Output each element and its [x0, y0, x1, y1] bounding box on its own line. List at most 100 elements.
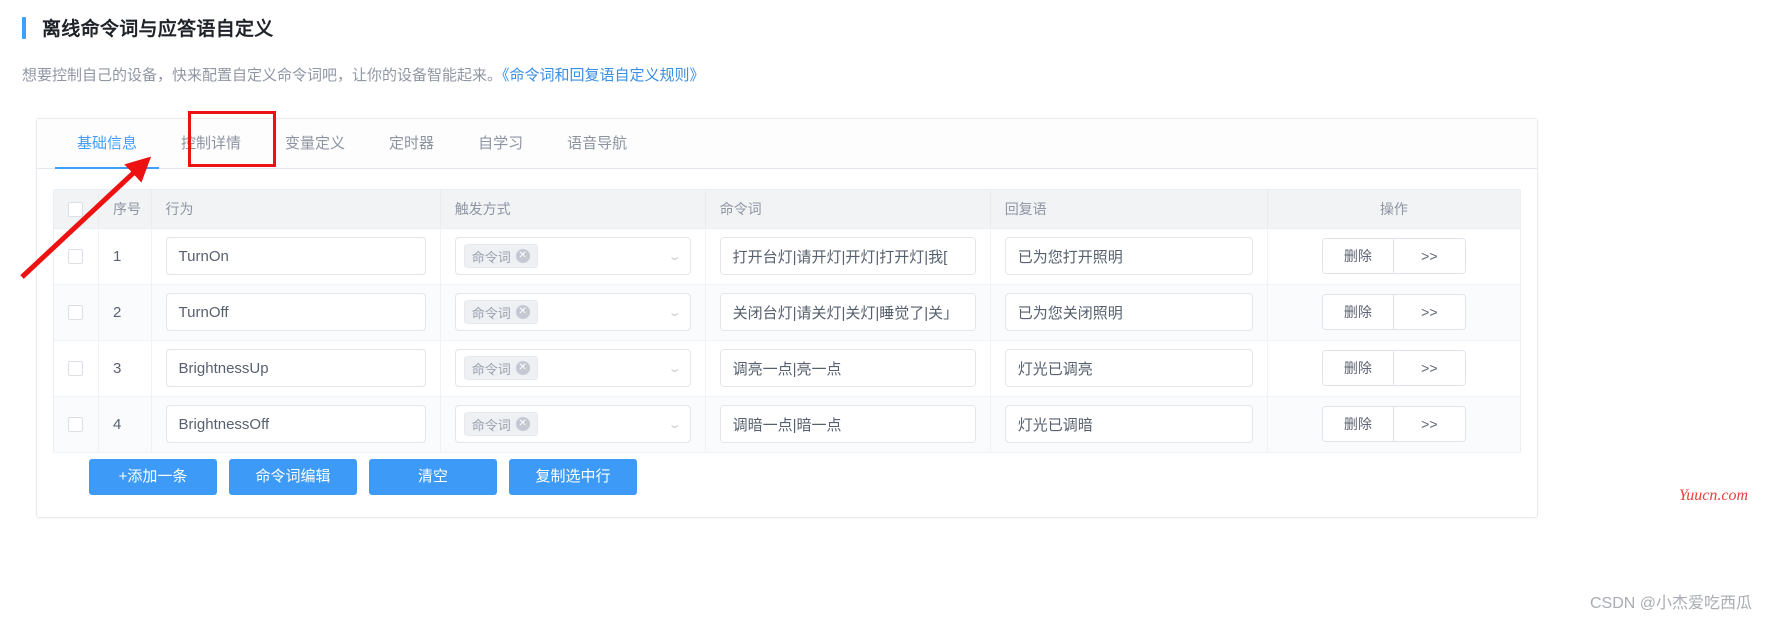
action-input[interactable]: BrightnessOff: [165, 405, 426, 443]
row-action-cell: TurnOn: [151, 228, 441, 285]
row-command-cell: 调亮一点|亮一点: [705, 340, 991, 397]
expand-button[interactable]: >>: [1393, 406, 1466, 442]
trigger-select[interactable]: 命令词 ✕ ⌄: [454, 237, 691, 275]
tag-remove-icon[interactable]: ✕: [515, 249, 530, 263]
rules-link[interactable]: 《命令词和回复语自定义规则》: [502, 67, 705, 84]
row-trigger-cell: 命令词 ✕ ⌄: [440, 396, 706, 453]
page-description-text: 想要控制自己的设备，快来配置自定义命令词吧，让你的设备智能起来。: [22, 67, 503, 84]
trigger-tag-label: 命令词: [471, 361, 511, 377]
row-operations-cell: 删除 >>: [1267, 340, 1520, 397]
tab-voice-navigation[interactable]: 语音导航: [545, 119, 649, 168]
row-command-cell: 打开台灯|请开灯|开灯|打开灯|我[: [705, 228, 991, 285]
select-all-checkbox[interactable]: [68, 202, 83, 218]
row-reply-cell: 灯光已调亮: [990, 340, 1268, 397]
row-index: 4: [98, 396, 152, 453]
trigger-tag-label: 命令词: [471, 417, 511, 433]
row-operations-cell: 删除 >>: [1267, 284, 1520, 341]
reply-input[interactable]: 已为您打开照明: [1004, 237, 1253, 275]
page-title: 离线命令词与应答语自定义: [42, 19, 274, 40]
trigger-tag-label: 命令词: [471, 305, 511, 321]
delete-button[interactable]: 删除: [1321, 350, 1394, 386]
trigger-tag: 命令词 ✕: [463, 412, 538, 436]
row-reply-cell: 灯光已调暗: [990, 396, 1268, 453]
table-row: 2 TurnOff 命令词 ✕ ⌄ 关闭台灯|请关灯|关灯|睡觉了|关」 已为您…: [54, 284, 1520, 341]
content-card: 基础信息 控制详情 变量定义 定时器 自学习 语音导航 序号 行为 触发方式 命…: [36, 111, 1538, 518]
tab-control-detail[interactable]: 控制详情: [159, 119, 263, 168]
action-input[interactable]: BrightnessUp: [165, 349, 426, 387]
header-trigger: 触发方式: [440, 190, 706, 229]
expand-button[interactable]: >>: [1393, 350, 1466, 386]
page-description: 想要控制自己的设备，快来配置自定义命令词吧，让你的设备智能起来。《命令词和回复语…: [22, 64, 705, 85]
trigger-tag-label: 命令词: [471, 249, 511, 265]
page-root: 离线命令词与应答语自定义 想要控制自己的设备，快来配置自定义命令词吧，让你的设备…: [0, 0, 1766, 621]
command-input[interactable]: 打开台灯|请开灯|开灯|打开灯|我[: [719, 237, 976, 275]
delete-button[interactable]: 删除: [1321, 294, 1394, 330]
expand-button[interactable]: >>: [1393, 238, 1466, 274]
reply-input[interactable]: 灯光已调暗: [1004, 405, 1253, 443]
header-action: 行为: [151, 190, 441, 229]
row-checkbox[interactable]: [68, 249, 84, 265]
trigger-tag: 命令词 ✕: [463, 300, 538, 324]
page-header: 离线命令词与应答语自定义: [22, 14, 274, 41]
tag-remove-icon[interactable]: ✕: [515, 417, 530, 431]
tag-remove-icon[interactable]: ✕: [515, 305, 530, 319]
command-input[interactable]: 调亮一点|亮一点: [719, 349, 976, 387]
tab-self-learning[interactable]: 自学习: [456, 119, 545, 168]
expand-button[interactable]: >>: [1393, 294, 1466, 330]
tab-basic-info[interactable]: 基础信息: [55, 119, 160, 169]
delete-button[interactable]: 删除: [1321, 238, 1394, 274]
tab-bar: 基础信息 控制详情 变量定义 定时器 自学习 语音导航: [37, 111, 1537, 169]
tab-variable-definition[interactable]: 变量定义: [263, 119, 367, 168]
row-select-cell: [54, 228, 99, 285]
table-row: 3 BrightnessUp 命令词 ✕ ⌄ 调亮一点|亮一点 灯光已调亮 删除…: [54, 340, 1520, 397]
trigger-select[interactable]: 命令词 ✕ ⌄: [454, 349, 691, 387]
row-index: 2: [98, 284, 152, 341]
reply-input[interactable]: 已为您关闭照明: [1004, 293, 1253, 331]
row-trigger-cell: 命令词 ✕ ⌄: [440, 284, 706, 341]
clear-button[interactable]: 清空: [369, 459, 497, 495]
row-reply-cell: 已为您打开照明: [990, 228, 1268, 285]
table-row: 4 BrightnessOff 命令词 ✕ ⌄ 调暗一点|暗一点 灯光已调暗 删…: [54, 396, 1520, 453]
chevron-down-icon: ⌄: [668, 362, 682, 375]
reply-input[interactable]: 灯光已调亮: [1004, 349, 1253, 387]
command-table: 序号 行为 触发方式 命令词 回复语 操作 1 TurnOn 命令词 ✕ ⌄ 打…: [53, 189, 1521, 453]
trigger-tag: 命令词 ✕: [463, 244, 538, 268]
edit-command-words-button[interactable]: 命令词编辑: [229, 459, 357, 495]
command-input[interactable]: 关闭台灯|请关灯|关灯|睡觉了|关」: [719, 293, 976, 331]
row-checkbox[interactable]: [68, 417, 84, 433]
add-row-button[interactable]: +添加一条: [89, 459, 217, 495]
chevron-down-icon: ⌄: [668, 418, 682, 431]
row-action-cell: BrightnessOff: [151, 396, 441, 453]
command-input[interactable]: 调暗一点|暗一点: [719, 405, 976, 443]
tag-remove-icon[interactable]: ✕: [515, 361, 530, 375]
copy-selected-rows-button[interactable]: 复制选中行: [509, 459, 637, 495]
header-reply: 回复语: [990, 190, 1268, 229]
header-command: 命令词: [705, 190, 991, 229]
action-input[interactable]: TurnOff: [165, 293, 426, 331]
row-checkbox[interactable]: [68, 361, 84, 377]
row-command-cell: 调暗一点|暗一点: [705, 396, 991, 453]
row-operations-cell: 删除 >>: [1267, 396, 1520, 453]
trigger-tag: 命令词 ✕: [463, 356, 538, 380]
tab-timer[interactable]: 定时器: [367, 119, 456, 168]
row-action-cell: BrightnessUp: [151, 340, 441, 397]
header-index: 序号: [98, 190, 152, 229]
row-index: 1: [98, 228, 152, 285]
header-select-all: [54, 190, 99, 229]
action-input[interactable]: TurnOn: [165, 237, 426, 275]
row-trigger-cell: 命令词 ✕ ⌄: [440, 340, 706, 397]
row-index: 3: [98, 340, 152, 397]
table-row: 1 TurnOn 命令词 ✕ ⌄ 打开台灯|请开灯|开灯|打开灯|我[已为您打…: [54, 228, 1520, 285]
chevron-down-icon: ⌄: [668, 250, 682, 263]
action-button-bar: +添加一条 命令词编辑 清空 复制选中行: [89, 459, 637, 495]
chevron-down-icon: ⌄: [668, 306, 682, 319]
watermark-author: CSDN @小杰爱吃西瓜: [1589, 595, 1752, 612]
row-operations-cell: 删除 >>: [1267, 228, 1520, 285]
row-command-cell: 关闭台灯|请关灯|关灯|睡觉了|关」: [705, 284, 991, 341]
row-checkbox[interactable]: [68, 305, 84, 321]
trigger-select[interactable]: 命令词 ✕ ⌄: [454, 405, 691, 443]
row-select-cell: [54, 396, 99, 453]
delete-button[interactable]: 删除: [1321, 406, 1394, 442]
trigger-select[interactable]: 命令词 ✕ ⌄: [454, 293, 691, 331]
row-reply-cell: 已为您关闭照明: [990, 284, 1268, 341]
